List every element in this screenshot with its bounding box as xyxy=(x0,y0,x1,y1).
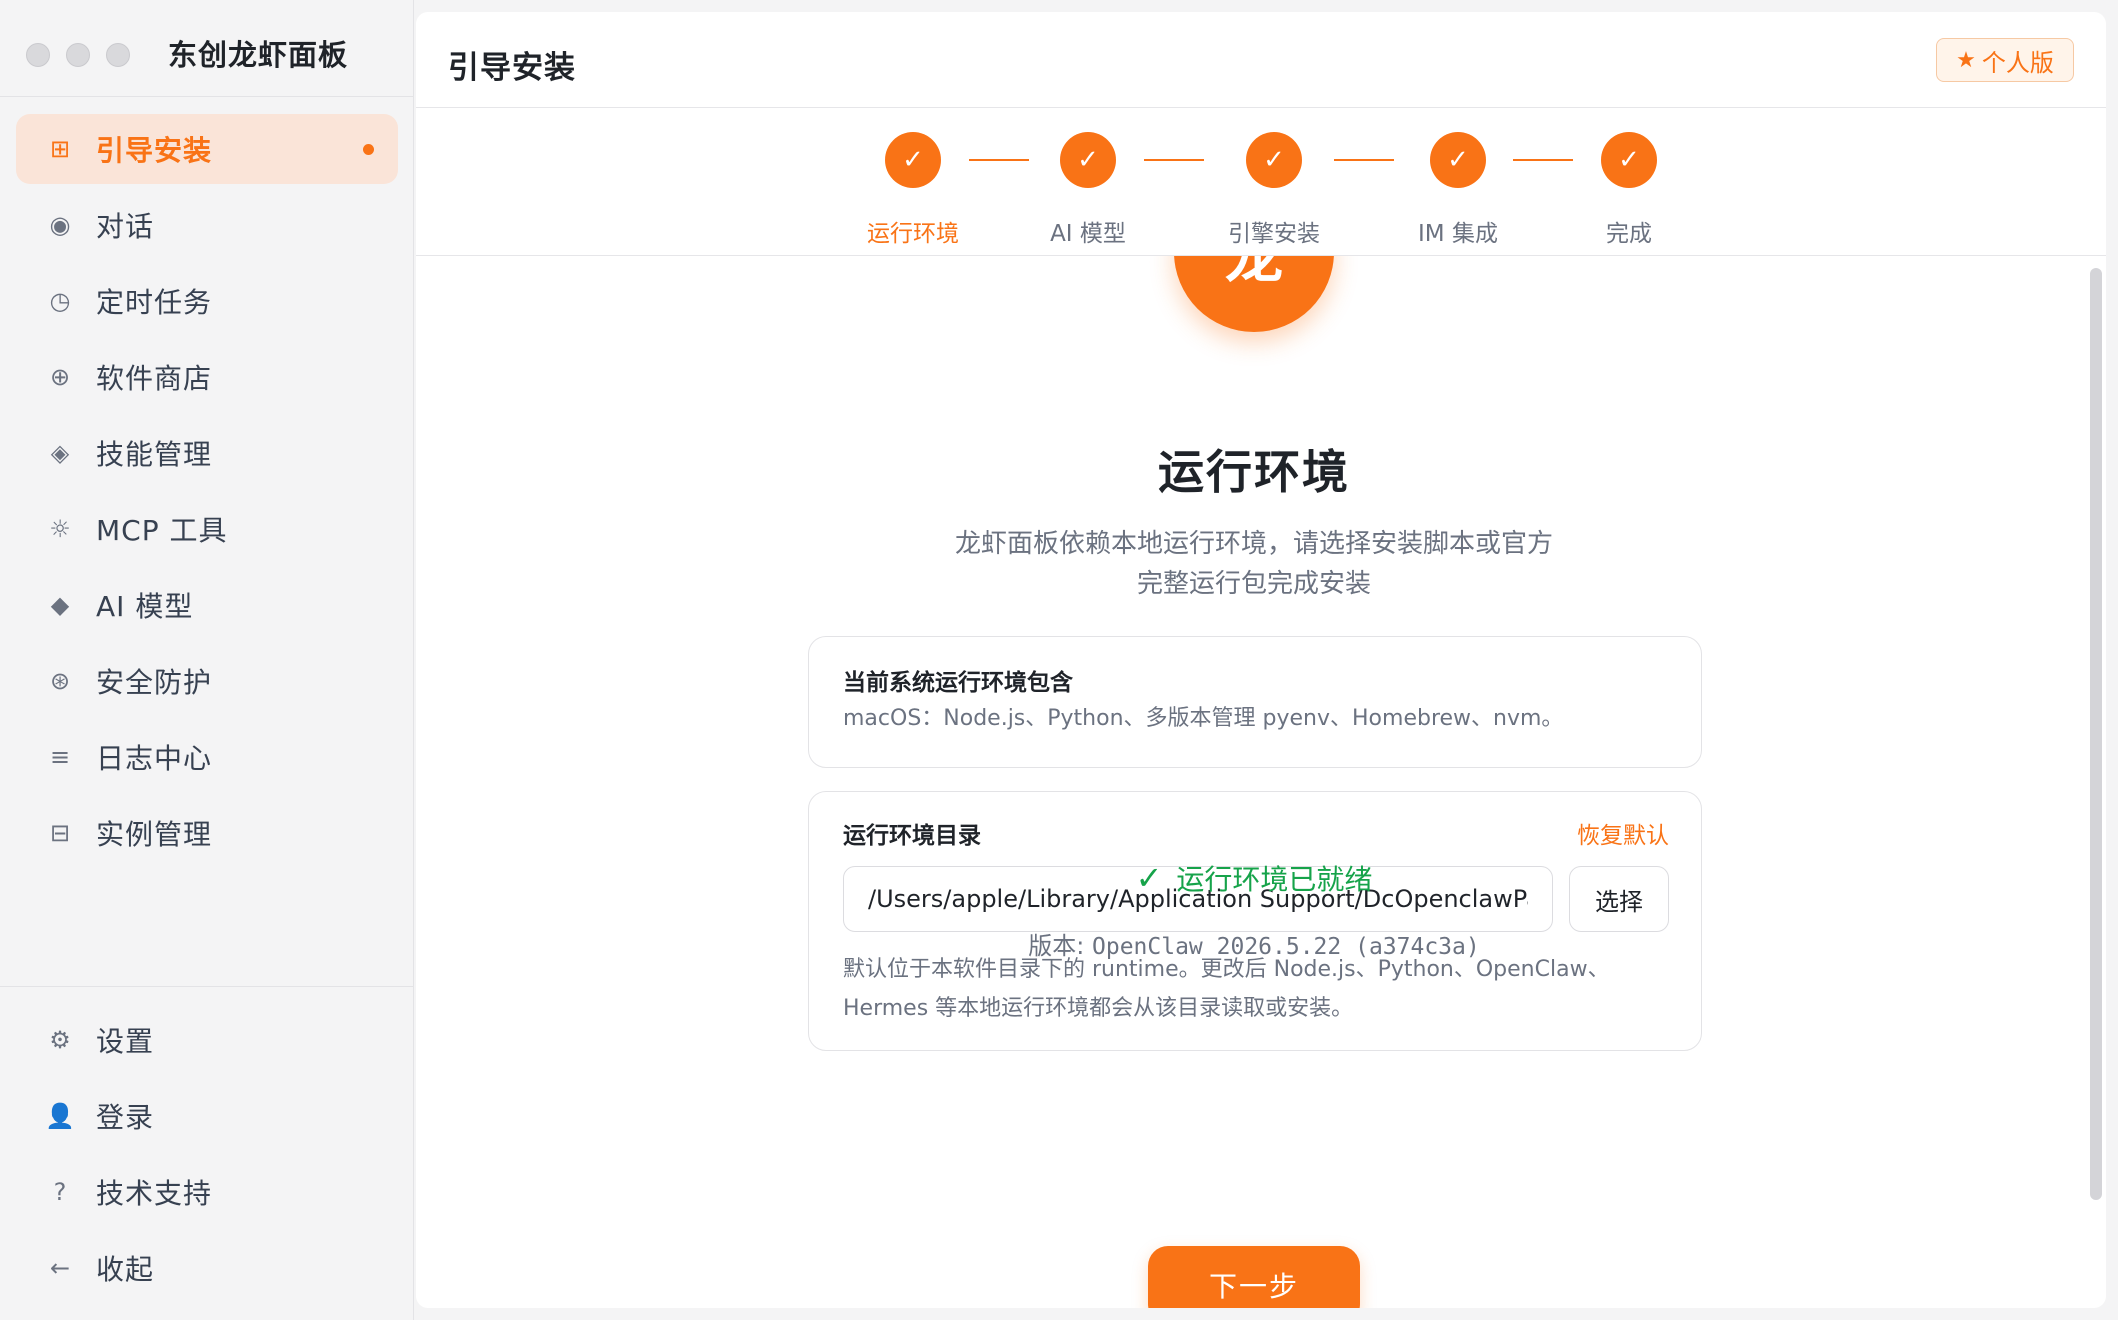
sidebar-item-5[interactable]: ☼ MCP 工具 xyxy=(16,494,398,564)
sidebar-item-label: 引导安装 xyxy=(96,134,213,167)
step-connector xyxy=(1513,159,1573,161)
window-close-button[interactable] xyxy=(26,43,50,67)
dir-card-title: 运行环境目录 xyxy=(843,823,981,849)
content-scrollbar[interactable] xyxy=(2090,268,2102,1200)
step-check-icon[interactable]: ✓ xyxy=(1430,132,1486,188)
reset-default-link[interactable]: 恢复默认 xyxy=(1577,816,1669,850)
sidebar-item-label: MCP 工具 xyxy=(96,514,228,547)
step-check-icon[interactable]: ✓ xyxy=(1060,132,1116,188)
step-check-icon[interactable]: ✓ xyxy=(1246,132,1302,188)
dir-hint-line-2: Hermes 等本地运行环境都会从该目录读取或安装。 xyxy=(843,996,1354,1021)
sidebar-item-label: 日志中心 xyxy=(96,742,213,775)
sidebar-footer-item-label: 收起 xyxy=(96,1253,155,1286)
edition-badge-label: 个人版 xyxy=(1981,48,2054,77)
page-header: 引导安装 ★ 个人版 xyxy=(416,12,2106,108)
setup-stepper: ✓ 运行环境 ✓ AI 模型 ✓ 引擎安装 ✓ IM 集成 ✓ 完成 xyxy=(416,108,2106,256)
clock-icon: ◷ xyxy=(49,287,71,315)
sidebar-footer-item-label: 登录 xyxy=(96,1101,155,1134)
sidebar-footer-item-3[interactable]: ← 收起 xyxy=(16,1233,398,1303)
window-minimize-button[interactable] xyxy=(66,43,90,67)
sidebar-item-label: 实例管理 xyxy=(96,818,213,851)
version-value: OpenClaw 2026.5.22 (a374c3a) xyxy=(1092,934,1480,960)
sidebar-item-9[interactable]: ⊟ 实例管理 xyxy=(16,798,398,868)
sun-gear-icon: ☼ xyxy=(49,515,71,543)
shield-icon: ⊛ xyxy=(49,667,71,695)
sidebar-item-label: 安全防护 xyxy=(96,666,213,699)
sidebar-item-3[interactable]: ⊕ 软件商店 xyxy=(16,342,398,412)
sidebar: 东创龙虾面板 ⊞ 引导安装 ◉ 对话 ◷ 定时任务 ⊕ 软件商店 ◈ 技能管理 ☼ MCP 工具 ◆ AI… xyxy=(0,0,414,1320)
dragon-logo: 龙 xyxy=(1174,256,1334,332)
sidebar-item-label: AI 模型 xyxy=(96,590,194,623)
sidebar-item-2[interactable]: ◷ 定时任务 xyxy=(16,266,398,336)
step-label: 引擎安装 xyxy=(1228,221,1320,247)
version-label: 版本: xyxy=(1028,932,1085,960)
diamond-outline-icon: ◈ xyxy=(50,439,70,467)
version-info: 版本: OpenClaw 2026.5.22 (a374c3a) xyxy=(416,926,2092,961)
step-connector xyxy=(1334,159,1394,161)
sidebar-footer-item-0[interactable]: ⚙ 设置 xyxy=(16,1005,398,1075)
sidebar-item-6[interactable]: ◆ AI 模型 xyxy=(16,570,398,640)
sidebar-footer-item-label: 设置 xyxy=(96,1025,155,1058)
chat-icon: ◉ xyxy=(49,211,71,239)
list-icon: ≡ xyxy=(49,743,71,771)
window-zoom-button[interactable] xyxy=(106,43,130,67)
gear-icon: ⚙ xyxy=(49,1026,71,1054)
sidebar-item-4[interactable]: ◈ 技能管理 xyxy=(16,418,398,488)
section-title: 运行环境 xyxy=(1158,445,1350,499)
main-panel: 引导安装 ★ 个人版 ✓ 运行环境 ✓ AI 模型 ✓ 引擎安装 ✓ IM 集成 ✓ 完成 龙 运… xyxy=(416,12,2106,1308)
sidebar-item-0[interactable]: ⊞ 引导安装 xyxy=(16,114,398,184)
help-icon: ? xyxy=(53,1178,67,1206)
user-icon: 👤 xyxy=(45,1102,75,1130)
app-title: 东创龙虾面板 xyxy=(168,38,349,72)
next-step-button[interactable]: 下一步 xyxy=(1148,1246,1360,1308)
sidebar-footer-item-1[interactable]: 👤 登录 xyxy=(16,1081,398,1151)
sidebar-divider xyxy=(0,986,414,987)
step-connector xyxy=(1144,159,1204,161)
sidebar-footer-item-label: 技术支持 xyxy=(96,1177,213,1210)
section-description: 龙虾面板依赖本地运行环境，请选择安装脚本或官方完整运行包完成安装 xyxy=(954,529,1553,599)
grid-icon: ⊞ xyxy=(49,135,71,163)
plus-circle-icon: ⊕ xyxy=(49,363,71,391)
step-label: 运行环境 xyxy=(867,221,959,247)
sidebar-item-label: 技能管理 xyxy=(96,438,213,471)
sidebar-item-label: 对话 xyxy=(96,210,155,243)
status-text: 运行环境已就绪 xyxy=(1176,863,1373,896)
active-indicator-dot xyxy=(363,144,374,155)
env-card-text: macOS：Node.js、Python、多版本管理 pyenv、Homebre… xyxy=(843,706,1564,731)
environment-status: ✓ 运行环境已就绪 xyxy=(416,858,2092,898)
runtime-directory-card: 运行环境目录 恢复默认 选择 默认位于本软件目录下的 runtime。更改后 N… xyxy=(808,791,1702,1051)
sidebar-footer-item-2[interactable]: ? 技术支持 xyxy=(16,1157,398,1227)
step-check-icon[interactable]: ✓ xyxy=(1601,132,1657,188)
sidebar-item-1[interactable]: ◉ 对话 xyxy=(16,190,398,260)
env-card-title: 当前系统运行环境包含 xyxy=(843,670,1073,696)
edition-badge[interactable]: ★ 个人版 xyxy=(1936,38,2074,82)
step-label: IM 集成 xyxy=(1418,221,1498,247)
app-window: 东创龙虾面板 ⊞ 引导安装 ◉ 对话 ◷ 定时任务 ⊕ 软件商店 ◈ 技能管理 ☼ MCP 工具 ◆ AI… xyxy=(0,0,2118,1320)
step-label: 完成 xyxy=(1606,221,1652,247)
arrow-left-icon: ← xyxy=(49,1254,71,1282)
content-area: 龙 运行环境 龙虾面板依赖本地运行环境，请选择安装脚本或官方完整运行包完成安装 … xyxy=(416,256,2106,1308)
sidebar-item-7[interactable]: ⊛ 安全防护 xyxy=(16,646,398,716)
sidebar-item-label: 定时任务 xyxy=(96,286,213,319)
sidebar-item-8[interactable]: ≡ 日志中心 xyxy=(16,722,398,792)
star-icon: ★ xyxy=(1956,47,1976,73)
sidebar-divider xyxy=(0,96,414,97)
step-label: AI 模型 xyxy=(1050,221,1126,247)
step-connector xyxy=(969,159,1029,161)
environment-info-card: 当前系统运行环境包含 macOS：Node.js、Python、多版本管理 py… xyxy=(808,636,1702,768)
check-icon: ✓ xyxy=(1135,859,1163,897)
page-title: 引导安装 xyxy=(448,50,576,86)
instance-icon: ⊟ xyxy=(49,819,71,847)
sidebar-item-label: 软件商店 xyxy=(96,362,213,395)
step-check-icon[interactable]: ✓ xyxy=(885,132,941,188)
diamond-icon: ◆ xyxy=(50,591,70,619)
